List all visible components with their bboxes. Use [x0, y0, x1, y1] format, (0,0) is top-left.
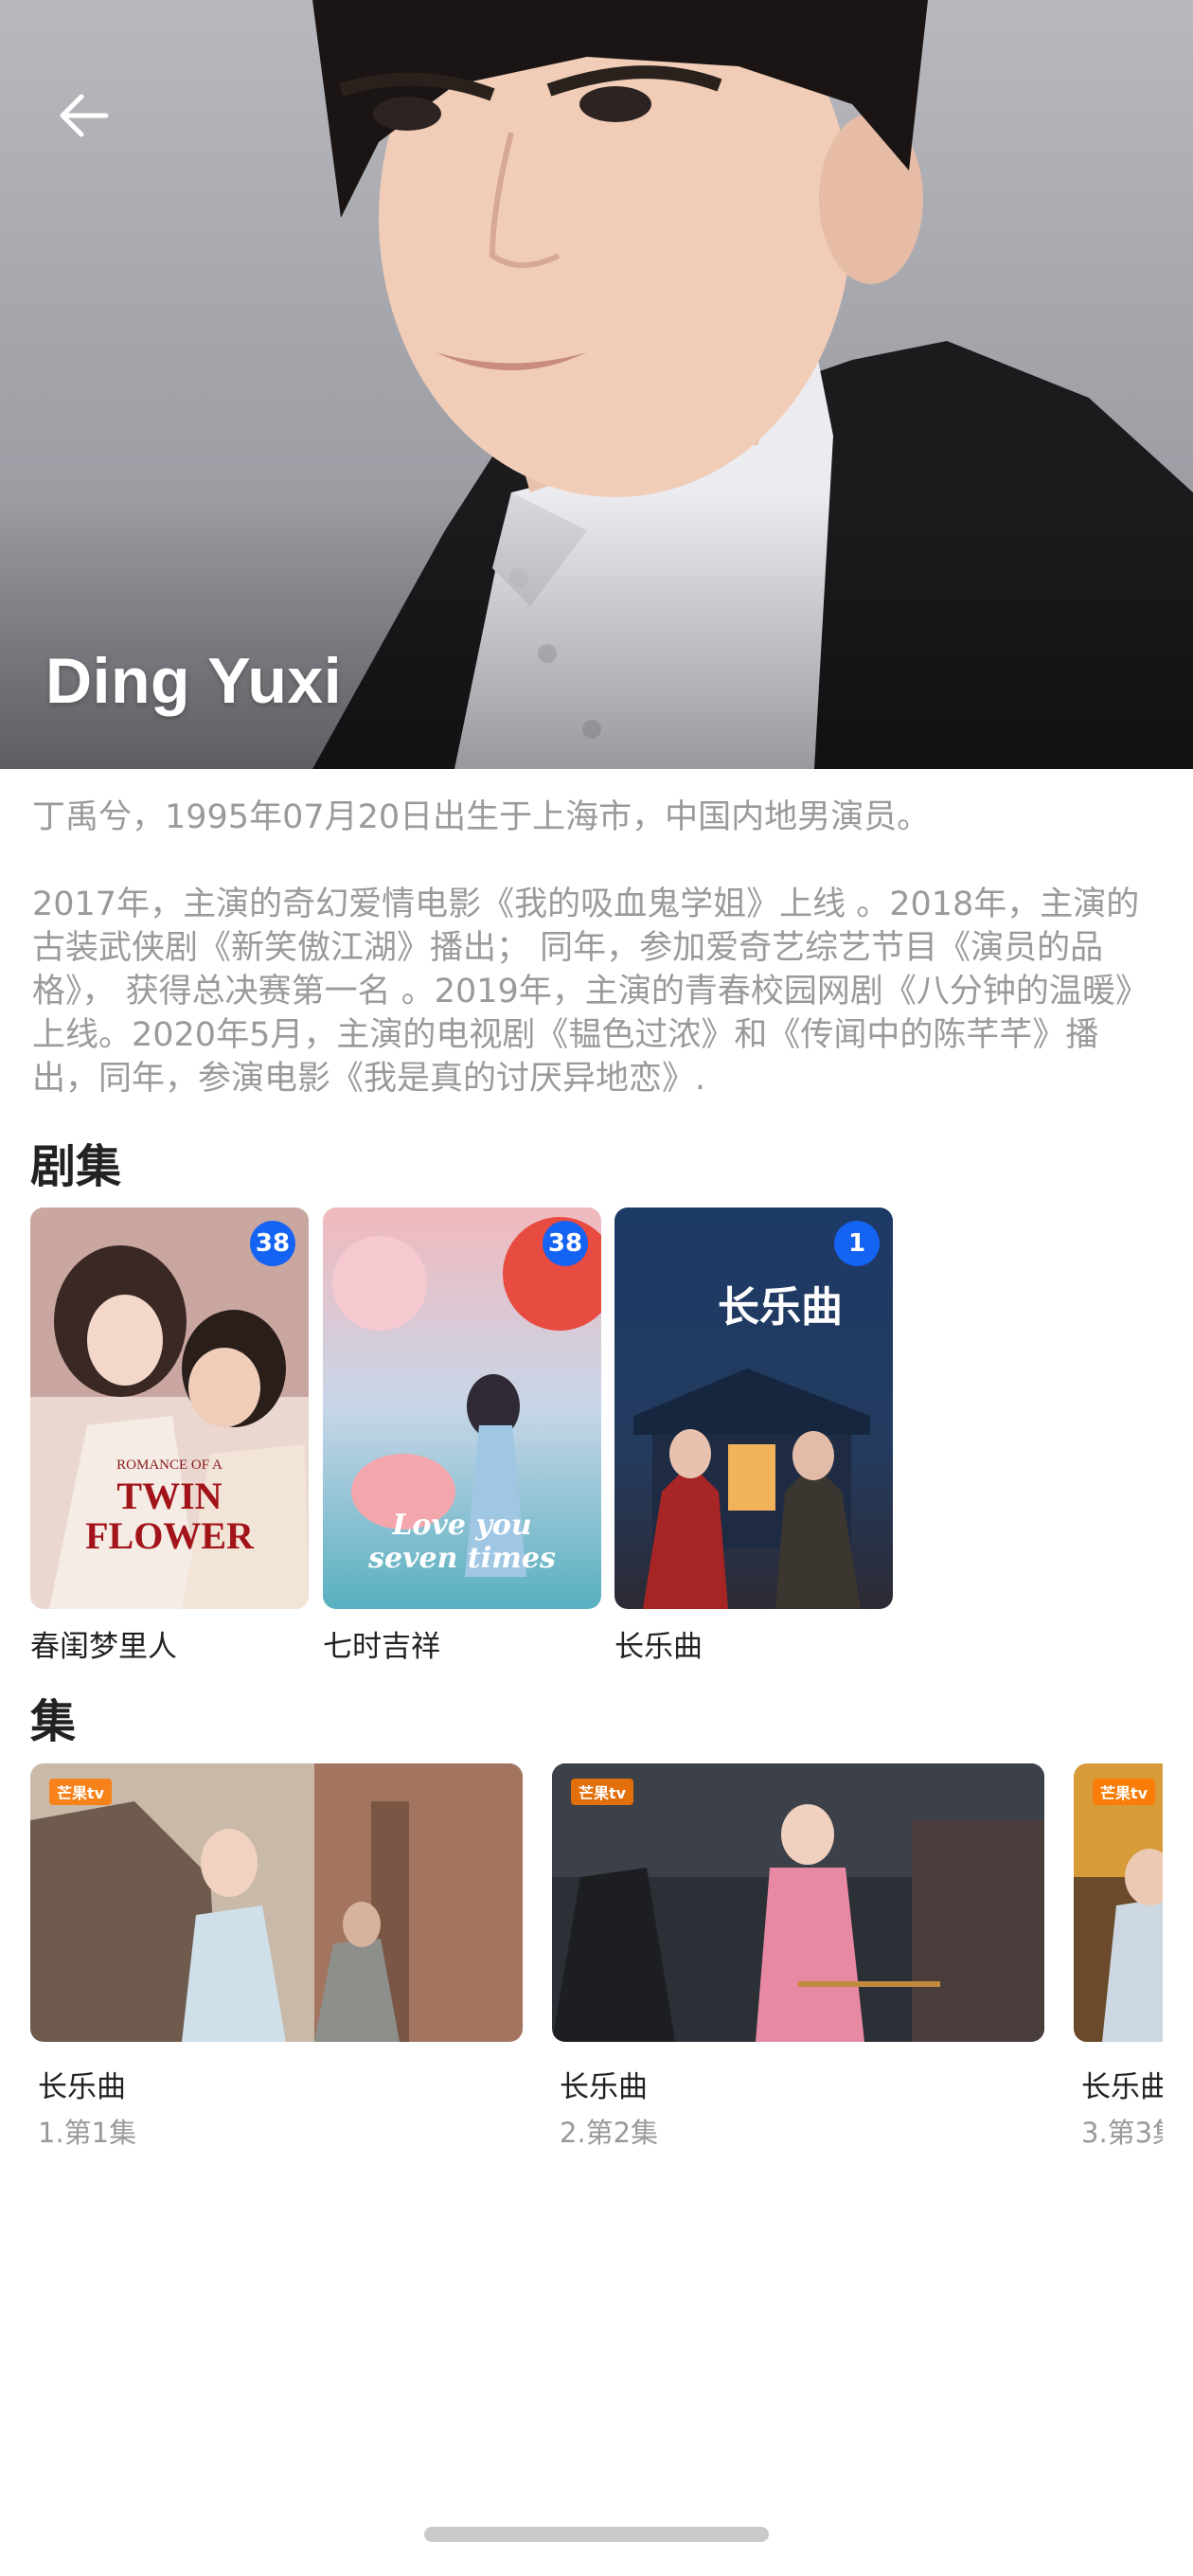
episode-subtitle: 3.第3集: [1081, 2117, 1163, 2149]
home-indicator[interactable]: [424, 2527, 769, 2542]
hero-gradient-overlay: [0, 492, 1193, 769]
svg-text:Love you: Love you: [391, 1509, 531, 1542]
series-title: 七时吉祥: [323, 1630, 440, 1664]
svg-text:TWIN: TWIN: [116, 1475, 222, 1517]
episode-title: 长乐曲: [38, 2070, 126, 2104]
series-card[interactable]: 长乐曲 1 长乐曲: [614, 1208, 893, 1665]
actor-hero-image: Ding Yuxi: [0, 0, 1193, 769]
episode-card[interactable]: 芒果tv 长乐曲 3.第3集: [1074, 1763, 1163, 2151]
episode-thumbnail: 芒果tv: [1074, 1763, 1163, 2042]
actor-name: Ding Yuxi: [45, 645, 343, 717]
series-title: 长乐曲: [614, 1630, 703, 1664]
episode-card-clip: 芒果tv 长乐曲 3.第3集: [1074, 1763, 1163, 2161]
back-button[interactable]: [55, 87, 131, 163]
actor-bio: 丁禹兮，1995年07月20日出生于上海市，中国内地男演员。 2017年，主演的…: [32, 796, 1165, 1100]
episode-title: 长乐曲: [1081, 2070, 1163, 2104]
episodes-section-title: 集: [30, 1695, 77, 1748]
episode-count-badge: 38: [543, 1221, 588, 1266]
episode-subtitle: 1.第1集: [38, 2117, 137, 2149]
series-card[interactable]: Love you seven times 38 七时吉祥: [323, 1208, 601, 1665]
channel-logo: 芒果tv: [571, 1779, 634, 1805]
episode-subtitle: 2.第2集: [560, 2117, 659, 2149]
channel-logo: 芒果tv: [49, 1779, 113, 1805]
series-poster: 长乐曲 1: [614, 1208, 893, 1609]
episode-thumbnail: 芒果tv: [30, 1763, 523, 2042]
bio-paragraph-2: 2017年，主演的奇幻爱情电影《我的吸血鬼学姐》上线 。2018年，主演的古装武…: [32, 886, 1148, 1098]
episode-count-badge: 1: [834, 1221, 880, 1266]
series-poster: Love you seven times 38: [323, 1208, 601, 1609]
arrow-left-icon: [60, 94, 109, 137]
svg-text:长乐曲: 长乐曲: [718, 1283, 843, 1332]
episode-card[interactable]: 芒果tv 长乐曲 1.第1集: [30, 1763, 523, 2151]
series-card[interactable]: ROMANCE OF A TWIN FLOWER 38 春闺梦里人: [30, 1208, 309, 1665]
series-poster: ROMANCE OF A TWIN FLOWER 38: [30, 1208, 309, 1609]
bio-paragraph-1: 丁禹兮，1995年07月20日出生于上海市，中国内地男演员。: [32, 798, 931, 836]
episode-title: 长乐曲: [560, 2070, 648, 2104]
episode-thumbnail: 芒果tv: [552, 1763, 1044, 2042]
svg-text:FLOWER: FLOWER: [85, 1514, 255, 1557]
episode-card[interactable]: 芒果tv 长乐曲 2.第2集: [552, 1763, 1044, 2151]
channel-logo: 芒果tv: [1093, 1779, 1156, 1805]
svg-text:ROMANCE OF A: ROMANCE OF A: [116, 1458, 223, 1473]
series-section-title: 剧集: [30, 1140, 122, 1193]
svg-text:seven times: seven times: [367, 1542, 556, 1575]
series-title: 春闺梦里人: [30, 1630, 177, 1664]
episode-count-badge: 38: [250, 1221, 295, 1266]
